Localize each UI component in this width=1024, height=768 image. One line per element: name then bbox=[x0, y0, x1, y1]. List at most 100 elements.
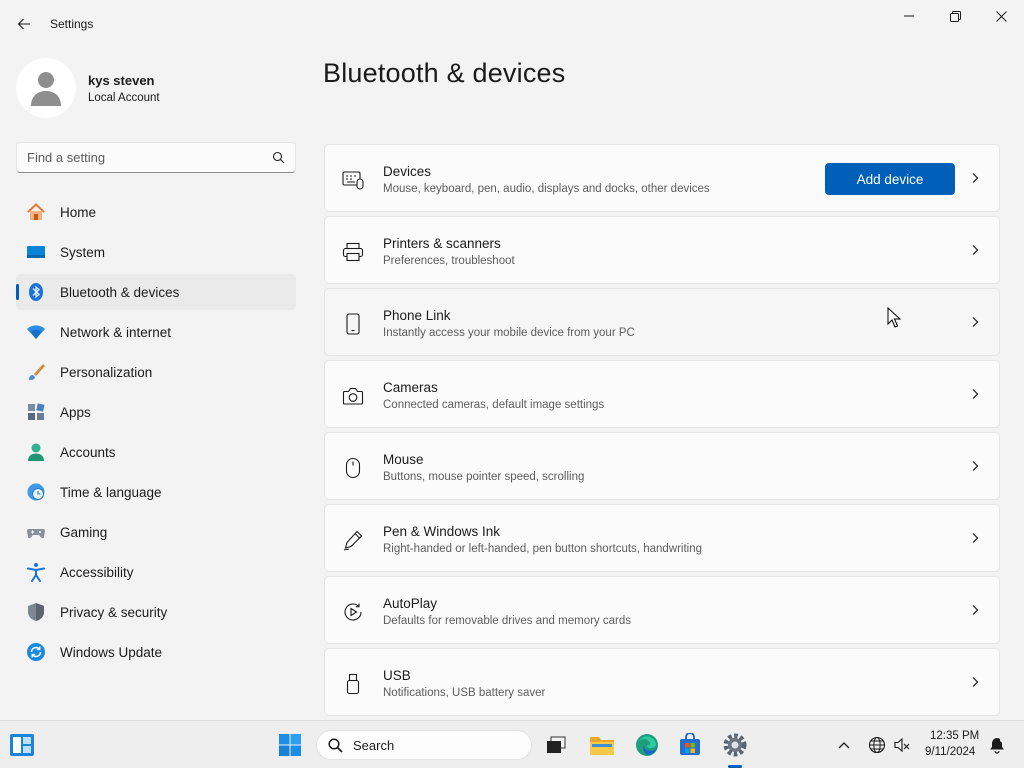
sidebar-item-label: Windows Update bbox=[60, 644, 163, 660]
sidebar-item-network[interactable]: Network & internet bbox=[16, 314, 296, 350]
chevron-right-icon bbox=[972, 677, 979, 687]
pen-icon bbox=[342, 529, 364, 551]
settings-card-list: Devices Mouse, keyboard, pen, audio, dis… bbox=[324, 144, 1000, 720]
chevron-right-icon bbox=[972, 245, 979, 255]
microsoft-store-button[interactable] bbox=[674, 729, 706, 761]
card-printers-scanners[interactable]: Printers & scanners Preferences, trouble… bbox=[324, 216, 1000, 284]
start-button[interactable] bbox=[274, 729, 306, 761]
card-title: Cameras bbox=[383, 380, 438, 395]
card-title: Mouse bbox=[383, 452, 424, 467]
settings-app-button[interactable] bbox=[719, 729, 751, 761]
user-profile[interactable]: kys steven Local Account bbox=[16, 58, 296, 118]
back-button[interactable] bbox=[8, 8, 40, 40]
globe-icon bbox=[868, 736, 886, 754]
widgets-button[interactable] bbox=[6, 729, 38, 761]
speaker-muted-icon bbox=[894, 737, 910, 753]
file-explorer-button[interactable] bbox=[586, 729, 618, 761]
sidebar-item-home[interactable]: Home bbox=[16, 194, 296, 230]
brush-icon bbox=[26, 362, 46, 382]
sidebar-item-label: Gaming bbox=[60, 524, 108, 540]
edge-icon bbox=[636, 734, 658, 756]
card-usb[interactable]: USB Notifications, USB battery saver bbox=[324, 648, 1000, 716]
taskbar-search[interactable]: Search bbox=[316, 730, 532, 760]
sidebar-item-label: System bbox=[60, 244, 106, 260]
store-icon bbox=[680, 733, 700, 755]
windows-logo-icon bbox=[279, 734, 301, 756]
card-subtitle: Defaults for removable drives and memory… bbox=[383, 615, 631, 627]
sidebar-item-time-language[interactable]: Time & language bbox=[16, 474, 296, 510]
search-icon[interactable] bbox=[272, 151, 285, 169]
card-subtitle: Notifications, USB battery saver bbox=[383, 687, 546, 699]
card-subtitle: Right-handed or left-handed, pen button … bbox=[383, 543, 703, 555]
task-view-button[interactable] bbox=[540, 729, 572, 761]
printer-icon bbox=[342, 241, 364, 263]
sidebar-item-apps[interactable]: Apps bbox=[16, 394, 296, 430]
mouse-cursor-icon bbox=[887, 307, 901, 328]
notifications-button[interactable] bbox=[982, 729, 1012, 761]
avatar bbox=[16, 58, 76, 118]
clock-date[interactable]: 9/11/2024 bbox=[925, 746, 975, 758]
chevron-right-icon bbox=[972, 461, 979, 471]
devices-icon bbox=[342, 169, 364, 191]
chevron-right-icon bbox=[972, 605, 979, 615]
restore-button[interactable] bbox=[932, 0, 978, 32]
edge-browser-button[interactable] bbox=[631, 729, 663, 761]
sidebar-item-label: Apps bbox=[60, 404, 91, 420]
app-title: Settings bbox=[50, 17, 94, 31]
card-cameras[interactable]: Cameras Connected cameras, default image… bbox=[324, 360, 1000, 428]
sidebar-item-windows-update[interactable]: Windows Update bbox=[16, 634, 296, 670]
sidebar-item-label: Personalization bbox=[60, 364, 153, 380]
close-icon bbox=[995, 10, 1007, 22]
chevron-right-icon bbox=[972, 533, 979, 543]
task-view-icon bbox=[547, 736, 566, 753]
sidebar-item-gaming[interactable]: Gaming bbox=[16, 514, 296, 550]
card-mouse[interactable]: Mouse Buttons, mouse pointer speed, scro… bbox=[324, 432, 1000, 500]
sidebar-item-label: Bluetooth & devices bbox=[60, 284, 180, 300]
card-devices[interactable]: Devices Mouse, keyboard, pen, audio, dis… bbox=[324, 144, 1000, 212]
notification-bell-icon bbox=[990, 737, 1005, 754]
clock-globe-icon bbox=[26, 482, 46, 502]
sidebar-nav: Home System Bluetooth & devices Network … bbox=[16, 194, 296, 674]
user-avatar-icon bbox=[31, 72, 61, 106]
sidebar-item-personalization[interactable]: Personalization bbox=[16, 354, 296, 390]
card-title: USB bbox=[383, 668, 411, 683]
card-pen-windows-ink[interactable]: Pen & Windows Ink Right-handed or left-h… bbox=[324, 504, 1000, 572]
sidebar-item-label: Accounts bbox=[60, 444, 116, 460]
card-autoplay[interactable]: AutoPlay Defaults for removable drives a… bbox=[324, 576, 1000, 644]
show-hidden-icons-button[interactable] bbox=[829, 729, 859, 761]
sidebar-item-accessibility[interactable]: Accessibility bbox=[16, 554, 296, 590]
search-input[interactable] bbox=[17, 143, 257, 172]
page-title: Bluetooth & devices bbox=[323, 58, 566, 88]
sidebar-item-bluetooth-devices[interactable]: Bluetooth & devices bbox=[16, 274, 296, 310]
accessibility-icon bbox=[26, 562, 46, 582]
sidebar-item-privacy-security[interactable]: Privacy & security bbox=[16, 594, 296, 630]
sidebar-item-system[interactable]: System bbox=[16, 234, 296, 270]
card-subtitle: Connected cameras, default image setting… bbox=[383, 399, 605, 411]
restore-icon bbox=[949, 10, 961, 22]
search-icon bbox=[328, 738, 343, 753]
add-device-button[interactable]: Add device bbox=[825, 163, 955, 195]
shield-icon bbox=[26, 602, 46, 622]
card-title: Devices bbox=[383, 164, 432, 179]
chevron-right-icon bbox=[972, 173, 979, 183]
wifi-icon bbox=[26, 322, 46, 342]
minimize-button[interactable] bbox=[886, 0, 932, 32]
settings-search[interactable] bbox=[16, 142, 296, 173]
chevron-up-icon bbox=[838, 742, 850, 749]
mouse-icon bbox=[342, 457, 364, 479]
clock-time[interactable]: 12:35 PM bbox=[930, 730, 979, 742]
chevron-right-icon bbox=[972, 389, 979, 399]
back-arrow-icon bbox=[17, 18, 30, 30]
account-type: Local Account bbox=[88, 92, 160, 104]
card-subtitle: Preferences, troubleshoot bbox=[383, 255, 515, 267]
camera-icon bbox=[342, 385, 364, 407]
close-button[interactable] bbox=[978, 0, 1024, 32]
person-icon bbox=[26, 442, 46, 462]
update-icon bbox=[26, 642, 46, 662]
sidebar-item-label: Time & language bbox=[60, 484, 162, 500]
volume-button[interactable] bbox=[887, 729, 917, 761]
sidebar-item-accounts[interactable]: Accounts bbox=[16, 434, 296, 470]
card-title: AutoPlay bbox=[383, 596, 438, 611]
sidebar-item-label: Privacy & security bbox=[60, 604, 168, 620]
user-name: kys steven bbox=[88, 73, 155, 88]
